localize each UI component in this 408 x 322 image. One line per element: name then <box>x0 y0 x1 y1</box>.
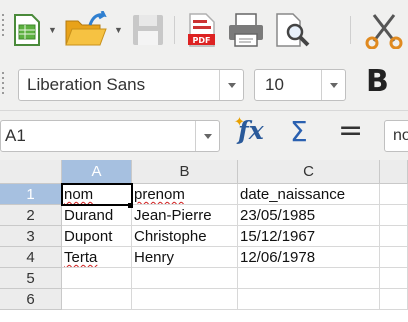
name-box[interactable]: A1 <box>0 120 220 152</box>
formula-icon[interactable]: = <box>338 114 363 148</box>
cell-c1[interactable]: date_naissance <box>238 184 380 205</box>
cell-a3[interactable]: Dupont <box>62 226 132 247</box>
row-header-2[interactable]: 2 <box>0 205 62 226</box>
cell-b4[interactable]: Henry <box>132 247 238 268</box>
column-header-a[interactable]: A <box>62 160 132 184</box>
cell-text: Terta <box>64 249 98 266</box>
cell-d6[interactable] <box>380 289 408 310</box>
open-button[interactable] <box>64 10 108 50</box>
cell-a5[interactable] <box>62 268 132 289</box>
cell-text: prenom <box>134 186 185 203</box>
toolbar-separator <box>350 16 351 44</box>
formula-input-value: nom <box>393 127 408 144</box>
chevron-down-icon <box>203 133 212 139</box>
row-header-6[interactable]: 6 <box>0 289 62 310</box>
font-size-dropdown[interactable] <box>321 70 345 100</box>
cell-c3[interactable]: 15/12/1967 <box>238 226 380 247</box>
chevron-down-icon <box>227 82 236 88</box>
cell-c6[interactable] <box>238 289 380 310</box>
bold-button[interactable]: B <box>366 64 389 99</box>
cell-d4[interactable] <box>380 247 408 268</box>
export-pdf-button[interactable]: PDF <box>186 10 218 50</box>
cell-d5[interactable] <box>380 268 408 289</box>
cut-button[interactable] <box>364 10 408 50</box>
new-button[interactable] <box>10 10 44 50</box>
save-button[interactable] <box>130 10 166 50</box>
spreadsheet-grid: A B C 1 2 3 4 5 6 nom prenom date_naissa… <box>0 160 408 322</box>
cell-a2[interactable]: Durand <box>62 205 132 226</box>
column-header-d[interactable] <box>380 160 408 184</box>
formatting-toolbar: Liberation Sans 10 <box>0 60 408 110</box>
formula-input[interactable]: nom <box>384 120 408 152</box>
font-size-combo[interactable]: 10 <box>254 69 346 101</box>
row-header-5[interactable]: 5 <box>0 268 62 289</box>
sum-icon[interactable]: Σ <box>290 116 308 148</box>
cell-c5[interactable] <box>238 268 380 289</box>
new-dropdown-arrow[interactable]: ▼ <box>48 26 57 35</box>
cell-text: nom <box>64 186 94 203</box>
toolbar-separator <box>174 16 175 44</box>
export-pdf-icon: PDF <box>188 13 215 47</box>
print-button[interactable] <box>226 10 266 50</box>
print-preview-icon <box>276 13 310 47</box>
cell-b1[interactable]: prenom <box>132 184 238 205</box>
row-header-1[interactable]: 1 <box>0 184 62 205</box>
print-icon <box>229 13 263 47</box>
new-spreadsheet-icon <box>14 14 40 46</box>
cell-a1[interactable]: nom <box>61 183 133 206</box>
cell-d3[interactable] <box>380 226 408 247</box>
cell-d1[interactable] <box>380 184 408 205</box>
cell-b3[interactable]: Christophe <box>132 226 238 247</box>
cell-a4[interactable]: Terta <box>62 247 132 268</box>
font-name-combo[interactable]: Liberation Sans <box>18 69 244 101</box>
formula-bar: A1 ✦ fx Σ = nom <box>0 110 408 160</box>
column-header-c[interactable]: C <box>238 160 380 184</box>
toolbar-grip[interactable] <box>2 14 5 39</box>
svg-text:PDF: PDF <box>193 36 211 45</box>
function-wizard-icon[interactable]: fx <box>238 116 264 145</box>
cell-a6[interactable] <box>62 289 132 310</box>
select-all-corner[interactable] <box>0 160 62 184</box>
print-preview-button[interactable] <box>272 10 312 50</box>
name-box-dropdown[interactable] <box>195 121 219 151</box>
cut-icon <box>365 14 403 49</box>
chevron-down-icon <box>329 82 338 88</box>
font-size-value: 10 <box>265 75 284 94</box>
cell-c2[interactable]: 23/05/1985 <box>238 205 380 226</box>
toolbar-grip[interactable] <box>2 72 5 97</box>
cell-d2[interactable] <box>380 205 408 226</box>
cell-c4[interactable]: 12/06/1978 <box>238 247 380 268</box>
row-header-3[interactable]: 3 <box>0 226 62 247</box>
open-folder-icon <box>65 11 107 46</box>
name-box-value: A1 <box>5 126 26 145</box>
font-name-value: Liberation Sans <box>27 75 146 94</box>
standard-toolbar: ▼ ▼ PDF <box>0 0 408 60</box>
font-name-dropdown[interactable] <box>219 70 243 100</box>
open-dropdown-arrow[interactable]: ▼ <box>114 26 123 35</box>
cell-b6[interactable] <box>132 289 238 310</box>
row-header-4[interactable]: 4 <box>0 247 62 268</box>
column-header-b[interactable]: B <box>132 160 238 184</box>
save-icon <box>133 15 163 45</box>
cell-b2[interactable]: Jean-Pierre <box>132 205 238 226</box>
cell-b5[interactable] <box>132 268 238 289</box>
fill-handle[interactable] <box>128 203 133 208</box>
